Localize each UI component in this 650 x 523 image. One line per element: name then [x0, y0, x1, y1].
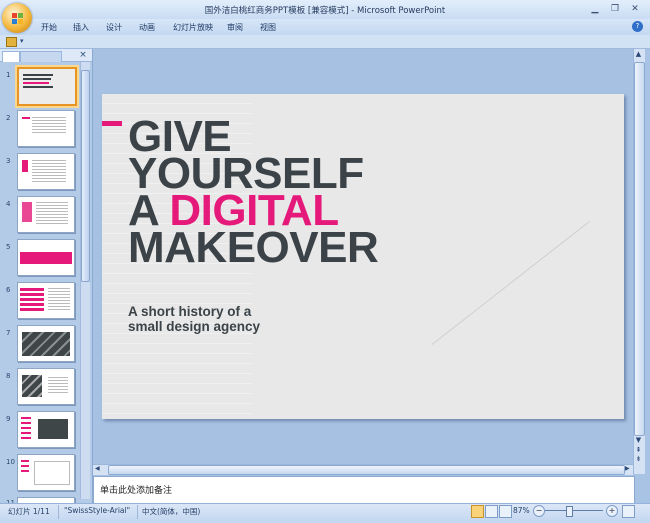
slide-indicator: 幻灯片 1/11 — [8, 507, 50, 516]
fit-to-window-icon[interactable] — [622, 505, 635, 518]
slide-canvas[interactable]: GIVE YOURSELF A DIGITAL MAKEOVER A short… — [102, 94, 624, 419]
thumbnail-number: 2 — [6, 114, 11, 122]
slide-thumbnail-6[interactable] — [17, 282, 75, 319]
tab-design[interactable]: 设计 — [106, 22, 122, 33]
thumbnail-scroll-thumb[interactable] — [81, 70, 90, 282]
slide-thumbnail-9[interactable] — [17, 411, 75, 448]
slide-subtitle: A short history of a small design agency — [128, 304, 260, 334]
slide-thumbnail-2[interactable] — [17, 110, 75, 147]
subtitle-line-2: small design agency — [128, 319, 261, 334]
folder-icon[interactable] — [6, 37, 17, 47]
slide-thumbnail-10[interactable] — [17, 454, 75, 491]
zoom-level[interactable]: 87% — [513, 506, 530, 515]
tab-home[interactable]: 开始 — [41, 22, 57, 33]
scroll-right-icon[interactable]: ▶ — [625, 465, 630, 472]
qat-dropdown-icon[interactable]: ▾ — [20, 37, 24, 45]
slide-thumbnail-4[interactable] — [17, 196, 75, 233]
theme-name: "SwissStyle-Arial" — [64, 506, 131, 515]
thumbnail-number: 10 — [6, 458, 15, 466]
tab-insert[interactable]: 插入 — [73, 22, 89, 33]
slide-thumbnail-7[interactable] — [17, 325, 75, 362]
office-button[interactable] — [2, 3, 32, 33]
close-panel-icon[interactable]: × — [78, 50, 88, 60]
help-icon[interactable]: ? — [632, 21, 643, 32]
headline-line-4: MAKEOVER — [128, 223, 379, 272]
thumbnail-number: 8 — [6, 372, 11, 380]
tab-review[interactable]: 审阅 — [227, 22, 243, 33]
thumbnail-number: 9 — [6, 415, 11, 423]
subtitle-line-1: A short history of a — [128, 304, 252, 319]
thumbnail-number: 5 — [6, 243, 11, 251]
scroll-left-icon[interactable]: ◀ — [95, 465, 100, 472]
window-title: 国外洁白桃红商务PPT模板 [兼容模式] - Microsoft PowerPo… — [204, 6, 446, 16]
notes-placeholder[interactable]: 单击此处添加备注 — [100, 483, 172, 496]
thumbnail-number: 3 — [6, 157, 11, 165]
minimize-button[interactable]: ▁ — [584, 2, 606, 16]
tab-view[interactable]: 视图 — [260, 22, 276, 33]
horizontal-scroll-thumb[interactable] — [108, 465, 625, 475]
zoom-slider-knob[interactable] — [566, 506, 573, 517]
decorative-line — [431, 220, 590, 345]
slide-sorter-view-icon[interactable] — [485, 505, 498, 518]
previous-slide-icon[interactable]: ⇞ — [634, 446, 643, 455]
quick-access-toolbar — [0, 35, 650, 49]
notes-pane[interactable] — [93, 476, 635, 504]
slide-thumbnail-1[interactable] — [17, 67, 77, 106]
ribbon-tab-bar — [0, 19, 650, 36]
tab-slideshow[interactable]: 幻灯片放映 — [173, 22, 213, 33]
thumbnail-number: 4 — [6, 200, 11, 208]
zoom-in-icon[interactable]: + — [606, 505, 618, 517]
tab-outline[interactable] — [20, 51, 62, 62]
slideshow-view-icon[interactable] — [499, 505, 512, 518]
accent-bar — [102, 121, 122, 126]
office-logo-icon — [11, 12, 23, 24]
tab-slides[interactable] — [2, 51, 20, 62]
slide-scroll-thumb[interactable] — [634, 62, 645, 436]
slide-thumbnail-8[interactable] — [17, 368, 75, 405]
scroll-down-icon[interactable]: ▼ — [634, 436, 643, 445]
zoom-slider-track[interactable] — [545, 510, 603, 511]
thumbnail-number: 7 — [6, 329, 11, 337]
thumbnail-number: 6 — [6, 286, 11, 294]
restore-button[interactable]: ❐ — [604, 2, 626, 16]
next-slide-icon[interactable]: ⇟ — [634, 455, 643, 464]
thumbnail-number: 1 — [6, 71, 11, 79]
close-window-button[interactable]: ✕ — [624, 2, 646, 16]
scroll-up-icon[interactable]: ▲ — [634, 50, 643, 59]
language-indicator[interactable]: 中文(简体，中国) — [142, 506, 200, 517]
status-separator — [137, 505, 138, 519]
status-separator — [58, 505, 59, 519]
slide-thumbnail-3[interactable] — [17, 153, 75, 190]
slide-thumbnail-5[interactable] — [17, 239, 75, 276]
zoom-out-icon[interactable]: − — [533, 505, 545, 517]
normal-view-icon[interactable] — [471, 505, 484, 518]
tab-animation[interactable]: 动画 — [139, 22, 155, 33]
